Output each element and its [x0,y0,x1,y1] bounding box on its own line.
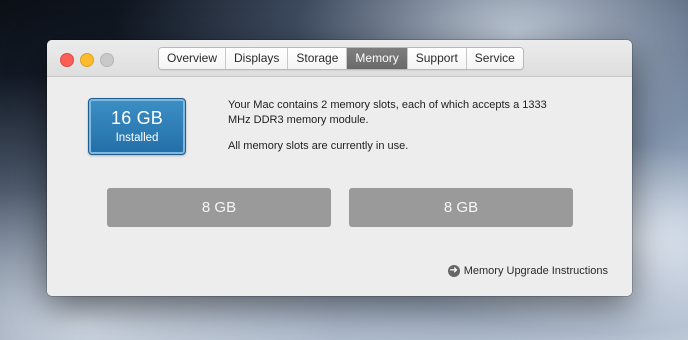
tab-overview[interactable]: Overview [159,48,227,69]
memory-description: Your Mac contains 2 memory slots, each o… [228,99,547,126]
memory-upgrade-label: Memory Upgrade Instructions [463,265,608,277]
tab-service[interactable]: Service [466,48,523,69]
minimize-button[interactable] [80,53,94,67]
arrow-circle-right-icon: ➜ [447,265,460,277]
installed-label: Installed [115,132,159,144]
zoom-button [100,53,114,67]
memory-status: All memory slots are currently in use. [228,140,409,152]
titlebar[interactable]: Overview Displays Storage Memory Support… [47,40,632,77]
tab-memory[interactable]: Memory [347,48,408,69]
about-this-mac-window: Overview Displays Storage Memory Support… [47,40,632,296]
memory-slot-1: 8 GB [107,188,331,227]
installed-size: 16 GB [110,108,164,128]
tab-storage[interactable]: Storage [288,48,348,69]
memory-upgrade-link[interactable]: ➜ Memory Upgrade Instructions [447,265,608,277]
memory-panel: 16 GB Installed Your Mac contains 2 memo… [47,77,632,296]
close-button[interactable] [60,53,74,67]
tab-support[interactable]: Support [407,48,467,69]
memory-slot-2: 8 GB [349,188,573,227]
installed-memory-badge: 16 GB Installed [88,98,186,155]
tab-displays[interactable]: Displays [226,48,289,69]
tab-bar: Overview Displays Storage Memory Support… [158,47,524,70]
